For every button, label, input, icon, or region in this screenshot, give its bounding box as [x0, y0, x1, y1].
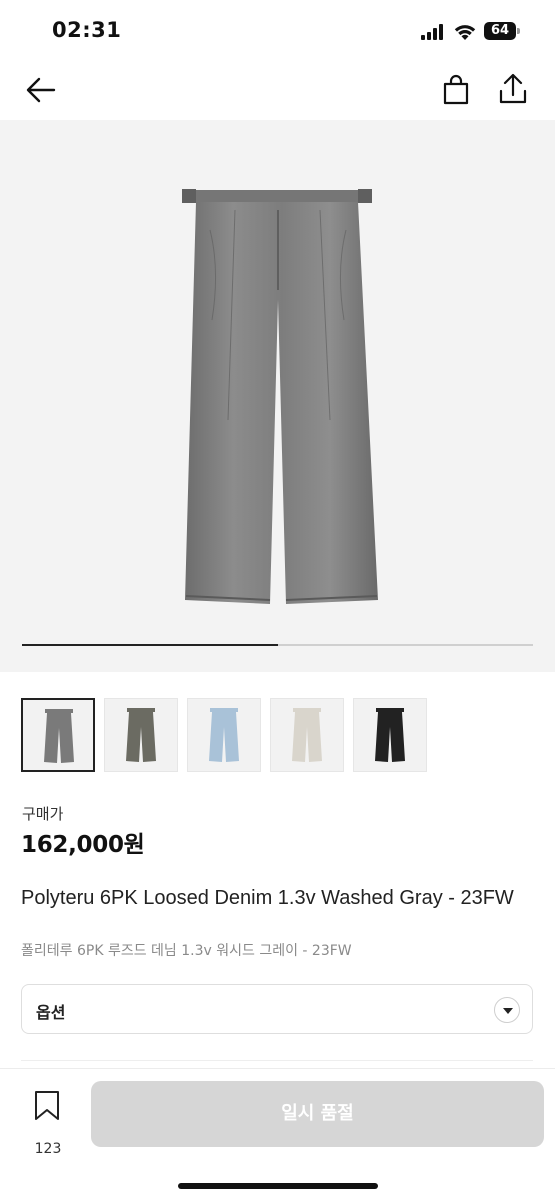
battery-icon: 64	[484, 22, 520, 40]
product-image	[182, 189, 378, 604]
color-thumbnails	[21, 698, 541, 772]
price-label: 구매가	[22, 805, 64, 823]
image-progress-bar	[22, 644, 533, 646]
chevron-down-icon	[494, 997, 520, 1023]
thumb-black[interactable]	[353, 698, 427, 772]
thumb-washed-gray[interactable]	[21, 698, 95, 772]
wishlist-button[interactable]: 123	[28, 1089, 68, 1157]
battery-level: 64	[484, 22, 516, 40]
wishlist-count: 123	[34, 1141, 62, 1157]
product-subtitle: 폴리테루 6PK 루즈드 데님 1.3v 워시드 그레이 - 23FW	[21, 943, 352, 959]
sold-out-button[interactable]: 일시 품절	[91, 1081, 544, 1147]
bookmark-icon	[35, 1091, 59, 1120]
shopping-bag-icon	[443, 74, 469, 105]
shopping-bag-button[interactable]	[438, 72, 474, 108]
status-bar: 02:31 64	[0, 0, 555, 60]
option-label: 옵션	[36, 1003, 66, 1022]
back-button[interactable]	[22, 74, 60, 106]
share-button[interactable]	[494, 70, 532, 108]
back-arrow-icon	[26, 77, 56, 103]
signal-icon	[421, 24, 445, 40]
top-nav-bar	[0, 60, 555, 120]
share-icon	[499, 73, 527, 104]
thumb-light-blue[interactable]	[187, 698, 261, 772]
wifi-icon	[453, 21, 477, 41]
home-indicator	[178, 1183, 378, 1189]
thumb-olive[interactable]	[104, 698, 178, 772]
product-title: Polyteru 6PK Loosed Denim 1.3v Washed Gr…	[21, 887, 514, 909]
status-time: 02:31	[52, 18, 122, 42]
option-select[interactable]: 옵션	[21, 984, 533, 1034]
product-image-carousel[interactable]	[0, 120, 555, 672]
price: 162,000원	[21, 832, 145, 858]
thumb-ecru[interactable]	[270, 698, 344, 772]
divider	[21, 1060, 533, 1061]
image-progress-fill	[22, 644, 278, 646]
bottom-action-bar: 123 일시 품절	[0, 1068, 555, 1200]
